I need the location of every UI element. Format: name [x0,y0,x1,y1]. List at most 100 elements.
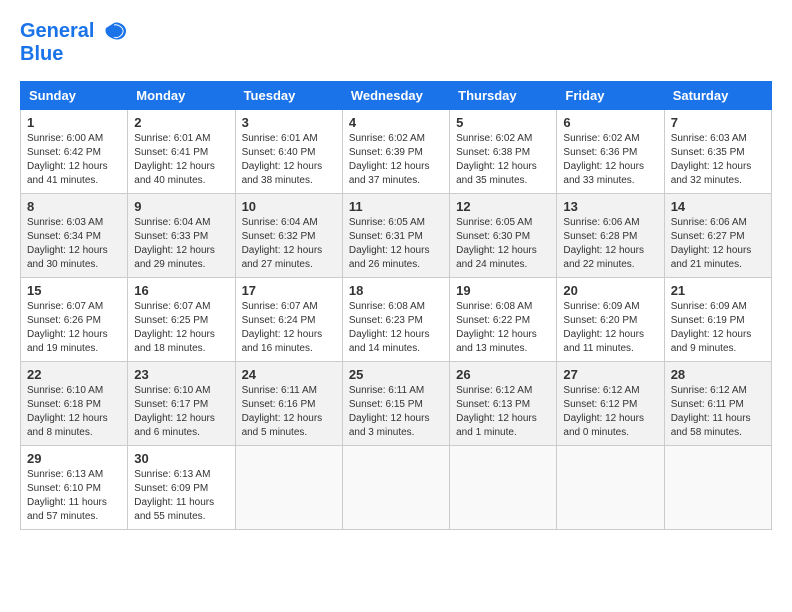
sunrise: Sunrise: 6:04 AM [134,216,228,230]
sunset: Sunset: 6:22 PM [456,314,550,328]
sunset: Sunset: 6:41 PM [134,146,228,160]
day-info: Sunrise: 6:05 AM Sunset: 6:31 PM Dayligh… [349,216,443,272]
calendar-cell: 28 Sunrise: 6:12 AM Sunset: 6:11 PM Dayl… [664,361,771,445]
sunrise: Sunrise: 6:02 AM [563,132,657,146]
daylight: Daylight: 12 hours and 32 minutes. [671,160,765,188]
calendar-cell: 2 Sunrise: 6:01 AM Sunset: 6:41 PM Dayli… [128,109,235,193]
calendar-cell: 8 Sunrise: 6:03 AM Sunset: 6:34 PM Dayli… [21,193,128,277]
day-info: Sunrise: 6:09 AM Sunset: 6:19 PM Dayligh… [671,300,765,356]
daylight: Daylight: 12 hours and 30 minutes. [27,244,121,272]
sunrise: Sunrise: 6:04 AM [242,216,336,230]
daylight: Daylight: 12 hours and 40 minutes. [134,160,228,188]
daylight: Daylight: 12 hours and 1 minute. [456,412,550,440]
daylight: Daylight: 12 hours and 9 minutes. [671,328,765,356]
calendar-cell: 22 Sunrise: 6:10 AM Sunset: 6:18 PM Dayl… [21,361,128,445]
day-number: 4 [349,115,443,130]
day-number: 14 [671,199,765,214]
calendar-cell: 23 Sunrise: 6:10 AM Sunset: 6:17 PM Dayl… [128,361,235,445]
calendar-cell: 6 Sunrise: 6:02 AM Sunset: 6:36 PM Dayli… [557,109,664,193]
day-info: Sunrise: 6:01 AM Sunset: 6:41 PM Dayligh… [134,132,228,188]
daylight: Daylight: 12 hours and 38 minutes. [242,160,336,188]
calendar-cell [235,445,342,529]
day-number: 28 [671,367,765,382]
day-info: Sunrise: 6:02 AM Sunset: 6:38 PM Dayligh… [456,132,550,188]
sunrise: Sunrise: 6:07 AM [242,300,336,314]
sunrise: Sunrise: 6:07 AM [27,300,121,314]
daylight: Daylight: 12 hours and 33 minutes. [563,160,657,188]
day-number: 11 [349,199,443,214]
day-number: 29 [27,451,121,466]
calendar-cell: 4 Sunrise: 6:02 AM Sunset: 6:39 PM Dayli… [342,109,449,193]
daylight: Daylight: 12 hours and 24 minutes. [456,244,550,272]
sunset: Sunset: 6:17 PM [134,398,228,412]
sunset: Sunset: 6:30 PM [456,230,550,244]
sunrise: Sunrise: 6:06 AM [563,216,657,230]
sunset: Sunset: 6:16 PM [242,398,336,412]
daylight: Daylight: 12 hours and 0 minutes. [563,412,657,440]
calendar-cell [342,445,449,529]
calendar-week-row: 22 Sunrise: 6:10 AM Sunset: 6:18 PM Dayl… [21,361,772,445]
calendar-cell [450,445,557,529]
calendar-cell: 9 Sunrise: 6:04 AM Sunset: 6:33 PM Dayli… [128,193,235,277]
daylight: Daylight: 12 hours and 29 minutes. [134,244,228,272]
calendar-cell: 13 Sunrise: 6:06 AM Sunset: 6:28 PM Dayl… [557,193,664,277]
day-info: Sunrise: 6:09 AM Sunset: 6:20 PM Dayligh… [563,300,657,356]
calendar-cell [557,445,664,529]
calendar-cell: 14 Sunrise: 6:06 AM Sunset: 6:27 PM Dayl… [664,193,771,277]
page-header: General Blue [20,20,772,65]
weekday-header-row: SundayMondayTuesdayWednesdayThursdayFrid… [21,81,772,109]
sunset: Sunset: 6:18 PM [27,398,121,412]
calendar-cell: 17 Sunrise: 6:07 AM Sunset: 6:24 PM Dayl… [235,277,342,361]
weekday-header-friday: Friday [557,81,664,109]
sunrise: Sunrise: 6:01 AM [134,132,228,146]
day-number: 5 [456,115,550,130]
calendar-cell: 18 Sunrise: 6:08 AM Sunset: 6:23 PM Dayl… [342,277,449,361]
sunrise: Sunrise: 6:11 AM [349,384,443,398]
daylight: Daylight: 12 hours and 6 minutes. [134,412,228,440]
daylight: Daylight: 11 hours and 57 minutes. [27,496,121,524]
calendar-cell: 7 Sunrise: 6:03 AM Sunset: 6:35 PM Dayli… [664,109,771,193]
day-info: Sunrise: 6:07 AM Sunset: 6:25 PM Dayligh… [134,300,228,356]
calendar-week-row: 8 Sunrise: 6:03 AM Sunset: 6:34 PM Dayli… [21,193,772,277]
day-number: 21 [671,283,765,298]
calendar-cell: 5 Sunrise: 6:02 AM Sunset: 6:38 PM Dayli… [450,109,557,193]
day-info: Sunrise: 6:03 AM Sunset: 6:34 PM Dayligh… [27,216,121,272]
sunset: Sunset: 6:09 PM [134,482,228,496]
daylight: Daylight: 12 hours and 26 minutes. [349,244,443,272]
sunrise: Sunrise: 6:10 AM [134,384,228,398]
sunset: Sunset: 6:11 PM [671,398,765,412]
day-number: 23 [134,367,228,382]
sunrise: Sunrise: 6:13 AM [134,468,228,482]
calendar-week-row: 15 Sunrise: 6:07 AM Sunset: 6:26 PM Dayl… [21,277,772,361]
sunset: Sunset: 6:34 PM [27,230,121,244]
sunset: Sunset: 6:35 PM [671,146,765,160]
day-info: Sunrise: 6:05 AM Sunset: 6:30 PM Dayligh… [456,216,550,272]
day-number: 24 [242,367,336,382]
day-number: 18 [349,283,443,298]
day-info: Sunrise: 6:07 AM Sunset: 6:26 PM Dayligh… [27,300,121,356]
sunset: Sunset: 6:33 PM [134,230,228,244]
logo: General Blue [20,20,128,65]
day-info: Sunrise: 6:12 AM Sunset: 6:13 PM Dayligh… [456,384,550,440]
daylight: Daylight: 12 hours and 19 minutes. [27,328,121,356]
sunset: Sunset: 6:13 PM [456,398,550,412]
sunset: Sunset: 6:26 PM [27,314,121,328]
sunset: Sunset: 6:40 PM [242,146,336,160]
day-number: 16 [134,283,228,298]
sunrise: Sunrise: 6:11 AM [242,384,336,398]
sunrise: Sunrise: 6:12 AM [456,384,550,398]
sunrise: Sunrise: 6:01 AM [242,132,336,146]
calendar-cell: 1 Sunrise: 6:00 AM Sunset: 6:42 PM Dayli… [21,109,128,193]
sunrise: Sunrise: 6:06 AM [671,216,765,230]
sunset: Sunset: 6:28 PM [563,230,657,244]
calendar-cell: 10 Sunrise: 6:04 AM Sunset: 6:32 PM Dayl… [235,193,342,277]
day-info: Sunrise: 6:00 AM Sunset: 6:42 PM Dayligh… [27,132,121,188]
sunrise: Sunrise: 6:09 AM [671,300,765,314]
calendar-cell: 15 Sunrise: 6:07 AM Sunset: 6:26 PM Dayl… [21,277,128,361]
daylight: Daylight: 12 hours and 35 minutes. [456,160,550,188]
daylight: Daylight: 12 hours and 5 minutes. [242,412,336,440]
day-info: Sunrise: 6:13 AM Sunset: 6:10 PM Dayligh… [27,468,121,524]
day-number: 26 [456,367,550,382]
day-info: Sunrise: 6:12 AM Sunset: 6:11 PM Dayligh… [671,384,765,440]
day-number: 12 [456,199,550,214]
